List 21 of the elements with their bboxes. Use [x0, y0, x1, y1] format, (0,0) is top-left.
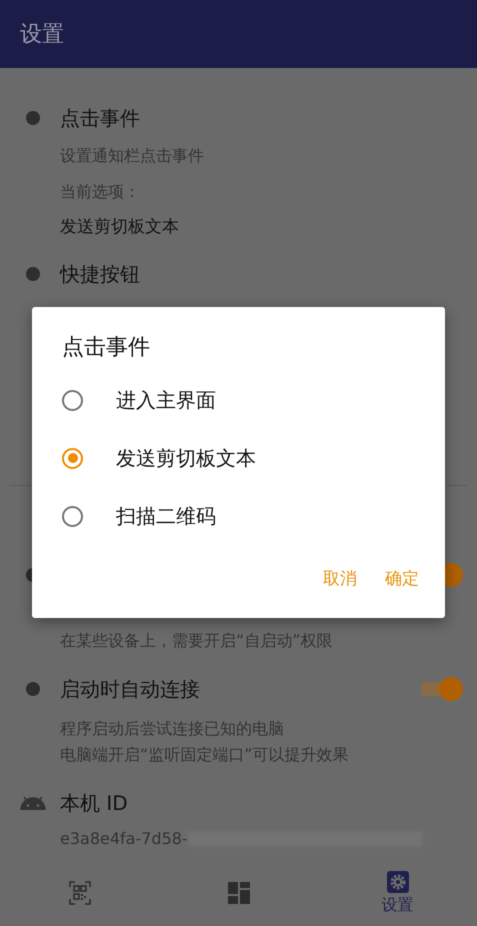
dialog-title: 点击事件	[62, 334, 151, 362]
bullet-icon	[26, 682, 40, 696]
android-icon	[20, 796, 46, 810]
app-title: 设置	[20, 21, 64, 49]
radio-button[interactable]	[62, 390, 83, 410]
setting-title: 启动时自动连接	[60, 676, 200, 703]
radio-option[interactable]: 进入主界面	[32, 371, 445, 429]
setting-title: 点击事件	[60, 105, 141, 132]
device-id: e3a8e4fa-7d58-	[60, 828, 188, 850]
radio-button[interactable]	[62, 506, 83, 526]
radio-button[interactable]	[62, 448, 83, 468]
radio-option[interactable]: 扫描二维码	[32, 487, 445, 545]
setting-value: 发送剪切板文本	[60, 216, 180, 239]
radio-option[interactable]: 发送剪切板文本	[32, 429, 445, 487]
setting-title: 本机 ID	[60, 790, 129, 817]
qr-scan-icon	[68, 880, 90, 906]
setting-title: 快捷按钮	[60, 261, 140, 288]
settings-icon	[386, 870, 408, 892]
bullet-icon	[26, 267, 40, 281]
bullet-icon	[26, 111, 40, 125]
dashboard-icon	[228, 882, 250, 904]
